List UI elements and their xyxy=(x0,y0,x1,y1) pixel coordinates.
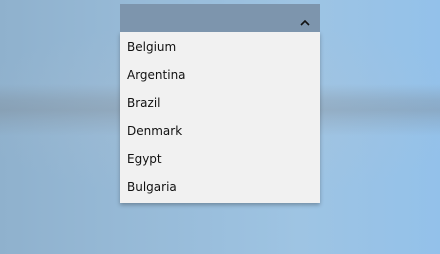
dropdown-option-belgium[interactable]: Belgium xyxy=(120,33,320,61)
dropdown-option-denmark[interactable]: Denmark xyxy=(120,117,320,145)
country-combobox[interactable]: Belgium Argentina Brazil Denmark Egypt B… xyxy=(120,4,320,203)
chevron-up-icon[interactable] xyxy=(299,13,311,26)
dropdown-option-egypt[interactable]: Egypt xyxy=(120,145,320,173)
dropdown-option-brazil[interactable]: Brazil xyxy=(120,89,320,117)
dropdown-option-argentina[interactable]: Argentina xyxy=(120,61,320,89)
dropdown-list: Belgium Argentina Brazil Denmark Egypt B… xyxy=(120,32,320,203)
combobox-selected-field[interactable] xyxy=(120,4,320,32)
dropdown-option-bulgaria[interactable]: Bulgaria xyxy=(120,173,320,201)
